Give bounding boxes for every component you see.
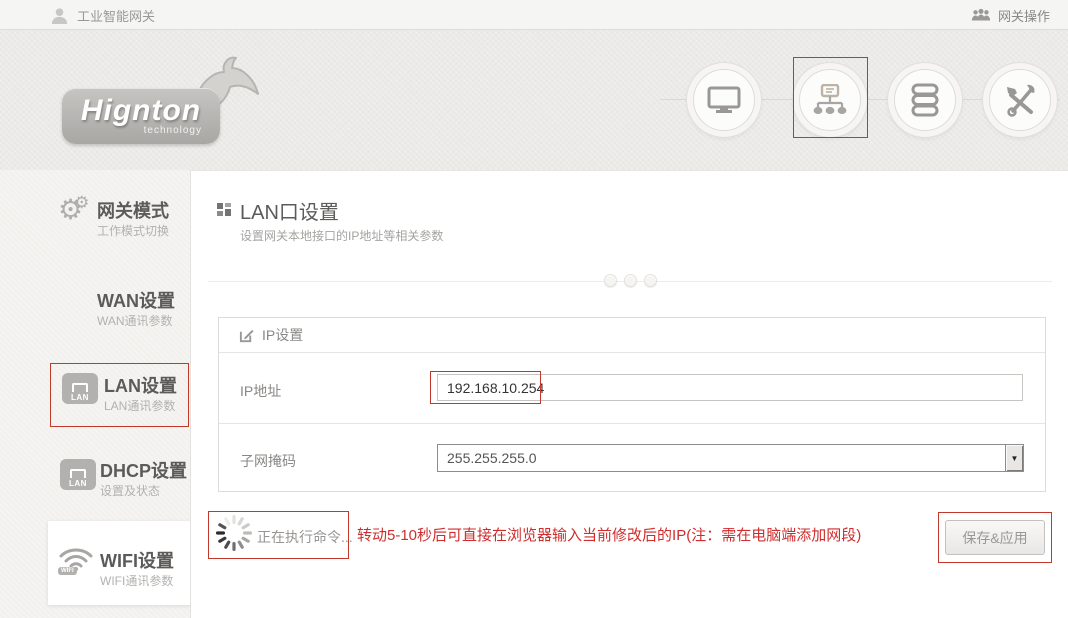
sidebar-item-wan[interactable]: WAN设置 WAN通讯参数 [0,285,190,335]
carousel-dot[interactable] [604,274,617,287]
gateway-actions-label: 网关操作 [998,6,1050,25]
nav-circle-data[interactable] [894,69,956,131]
sidebar-item-title: 网关模式 [97,197,169,223]
tools-icon [1003,83,1037,117]
lan-port-icon: LAN [62,373,98,404]
section-grid-icon [217,203,232,217]
users-group-icon [971,8,991,22]
nav-circle-tools[interactable] [989,69,1051,131]
sidebar-item-title: WIFI设置 [100,547,174,573]
brand-tagline: technology [144,125,202,136]
sidebar-item-subtitle: WIFI通讯参数 [100,572,173,589]
executing-command-label: 正在执行命令... [257,527,353,547]
nav-circle-network[interactable] [799,69,861,131]
network-topology-icon [812,84,848,116]
page-subtitle: 设置网关本地接口的IP地址等相关参数 [240,227,443,244]
server-stack-icon [911,83,939,117]
top-bar: 工业智能网关 网关操作 [0,0,1068,30]
app-title-group: 工业智能网关 [50,0,155,30]
sidebar-item-wifi[interactable]: WIFI WIFI设置 WIFI通讯参数 [0,545,190,601]
gateway-actions[interactable]: 网关操作 [971,0,1050,30]
carousel-dot[interactable] [624,274,637,287]
gears-icon: ⚙⚙ [58,193,98,226]
sidebar-item-title: WAN设置 [97,287,175,313]
ip-change-notice: 转动5-10秒后可直接在浏览器输入当前修改后的IP(注：需在电脑端添加网段) [357,524,861,545]
panel-header: IP设置 [219,318,1045,353]
sidebar-item-subtitle: WAN通讯参数 [97,312,173,329]
sidebar-item-title: LAN设置 [104,372,177,398]
sidebar-item-subtitle: 设置及状态 [100,482,160,499]
sidebar-item-subtitle: LAN通讯参数 [104,397,175,414]
gateway-admin-page: 工业智能网关 网关操作 Hignton technology [0,0,1068,618]
loading-spinner-icon [214,513,254,553]
ip-address-input[interactable] [437,374,1023,401]
sidebar-item-subtitle: 工作模式切换 [97,222,169,239]
sidebar-item-dhcp[interactable]: LAN DHCP设置 设置及状态 [0,455,190,511]
ip-address-label: IP地址 [240,381,281,401]
wifi-badge-icon: WIFI [58,567,77,575]
page-title: LAN口设置 [240,196,339,225]
save-apply-button[interactable]: 保存&应用 [945,520,1045,555]
app-title: 工业智能网关 [77,6,155,25]
nav-circle-status[interactable] [693,69,755,131]
brand-logo: Hignton technology [58,58,268,158]
subnet-mask-select[interactable]: 255.255.255.0 ▼ [437,444,1024,472]
subnet-mask-value: 255.255.255.0 [438,450,1005,466]
row-separator [219,423,1045,424]
panel-title: IP设置 [262,325,303,345]
subnet-mask-label: 子网掩码 [240,451,296,471]
monitor-icon [707,86,741,114]
sidebar-item-gateway-mode[interactable]: ⚙⚙ 网关模式 工作模式切换 [0,195,190,245]
edit-icon [239,328,254,343]
sidebar-item-title: DHCP设置 [100,457,187,483]
brand-name: Hignton [81,97,201,125]
dropdown-arrow-icon[interactable]: ▼ [1005,445,1023,471]
carousel-dot[interactable] [644,274,657,287]
brand-badge: Hignton technology [62,88,220,144]
lan-port-icon: LAN [60,459,96,490]
user-icon [50,6,69,25]
sidebar-item-lan[interactable]: LAN LAN设置 LAN通讯参数 [0,370,190,426]
